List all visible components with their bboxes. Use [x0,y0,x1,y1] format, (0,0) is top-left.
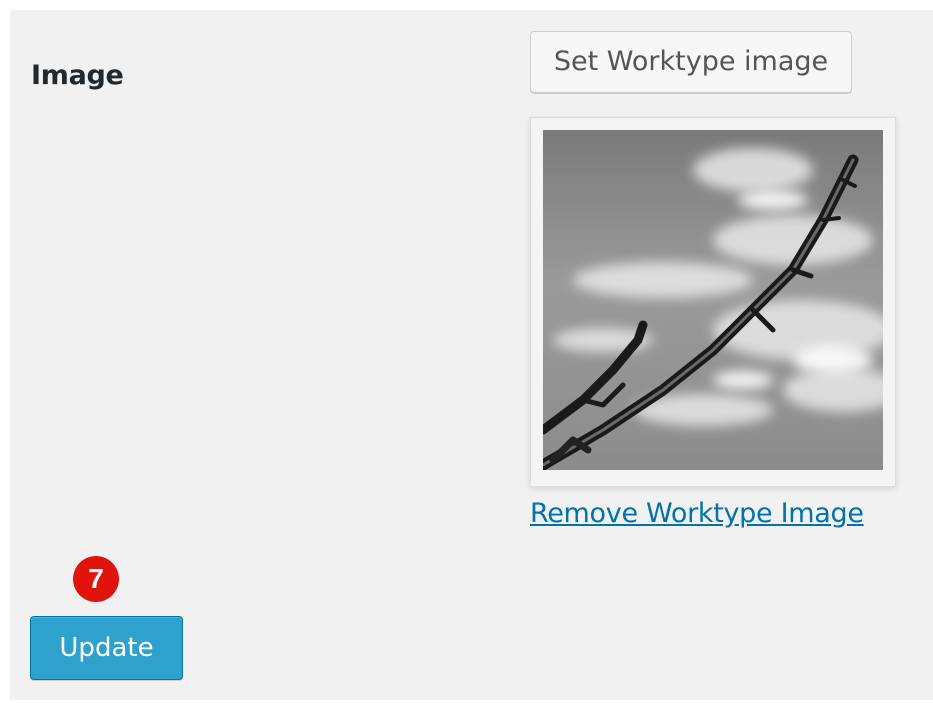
photo-thumbnail-icon [543,130,883,470]
image-thumbnail[interactable] [530,117,896,487]
remove-worktype-image-link[interactable]: Remove Worktype Image [530,498,864,529]
set-worktype-image-button[interactable]: Set Worktype image [530,31,852,93]
image-meta-box: Image Set Worktype image Remove Worktype… [10,10,933,700]
image-field-label: Image [31,60,124,91]
step-number-badge: 7 [73,556,119,602]
update-button[interactable]: Update [30,616,183,680]
